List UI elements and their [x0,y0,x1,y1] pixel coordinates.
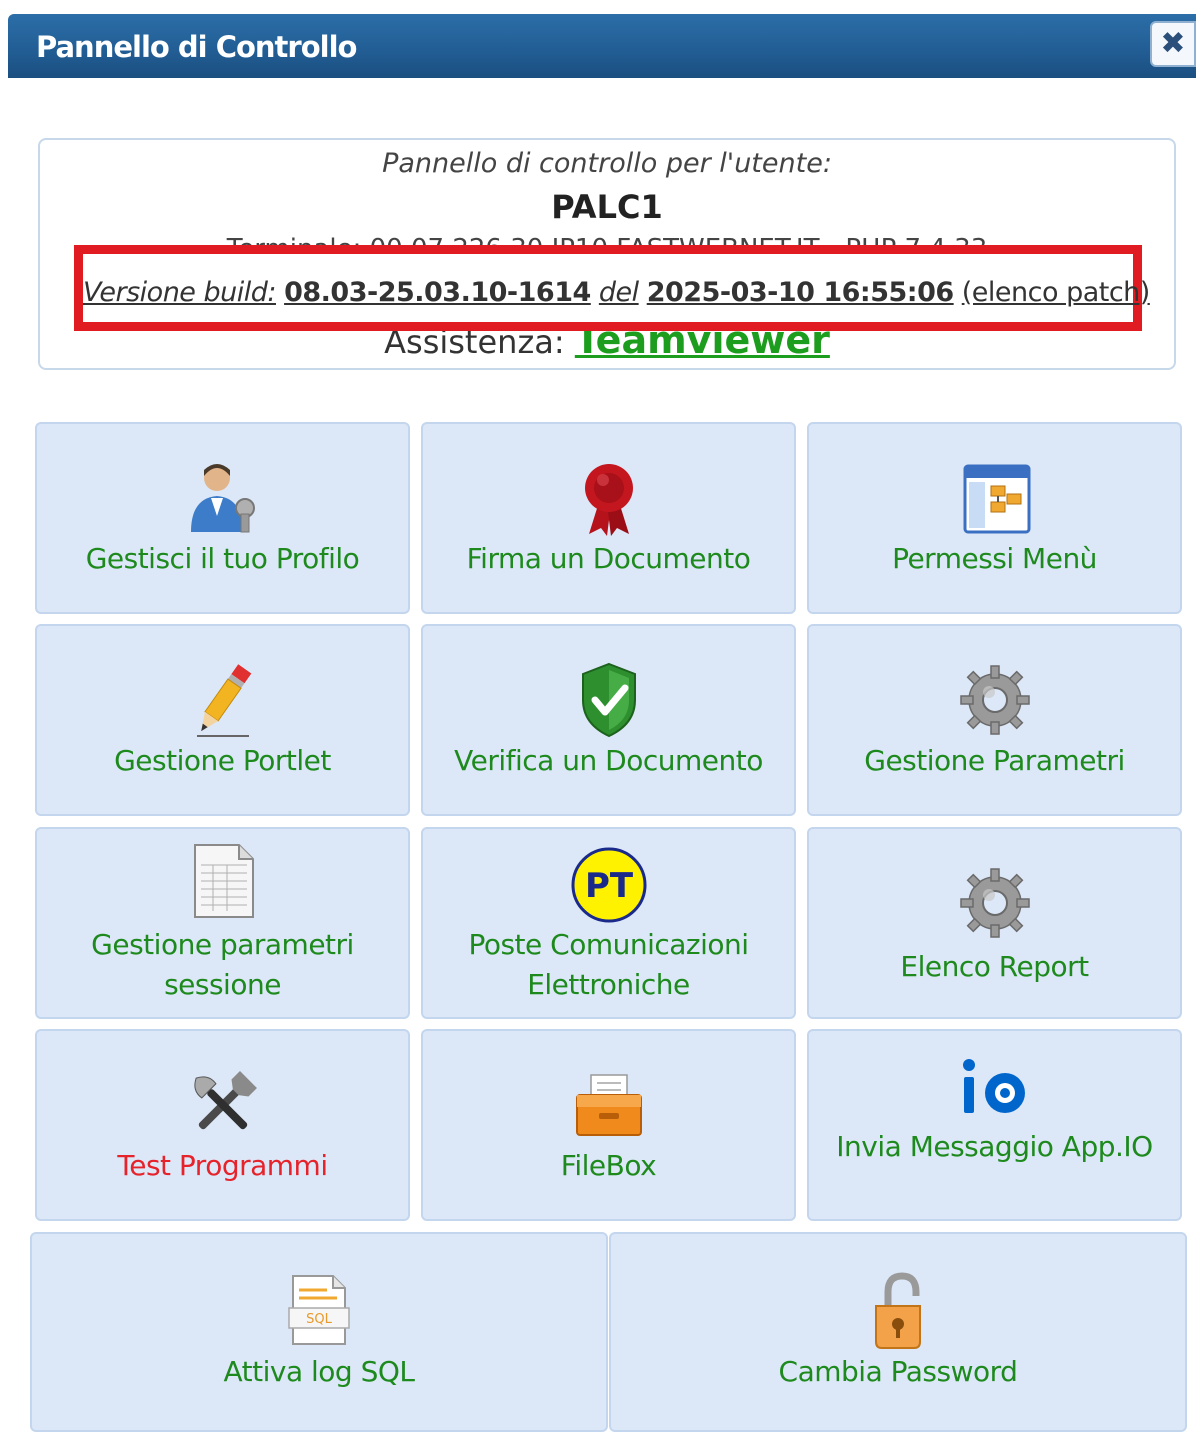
tile-label: Invia Messaggio App.IO [836,1130,1153,1163]
tile-gestione-parametri-sessione[interactable]: Gestione parametri sessione [35,827,410,1019]
tile-verifica-documento[interactable]: Verifica un Documento [421,624,796,816]
user-profile-icon [190,464,255,533]
pt-logo-text: PT [584,866,633,906]
sql-icon-text: SQL [306,1312,332,1327]
build-label: Versione build: [83,277,276,308]
window-title: Pannello di Controllo [36,30,357,64]
sql-log-icon: SQL [288,1275,350,1345]
tile-label: Test Programmi [117,1149,328,1182]
tile-gestione-portlet[interactable]: Gestione Portlet [35,624,410,816]
tile-label: Gestisci il tuo Profilo [85,542,360,575]
tile-label: Gestione parametri sessione [91,928,354,1001]
file-box-icon [575,1074,642,1136]
tile-cambia-password[interactable]: Cambia Password [609,1232,1187,1432]
red-seal-icon [584,464,633,536]
tile-label: FileBox [560,1149,657,1182]
tile-label: Attiva log SQL [223,1355,415,1388]
tile-label: Elenco Report [900,950,1089,983]
build-del: del [598,277,639,308]
green-shield-check-icon [581,662,636,738]
tile-label: Poste Comunicazioni Elettroniche [468,928,749,1001]
tile-poste-comunicazioni[interactable]: PT Poste Comunicazioni Elettroniche [421,827,796,1019]
build-version: 08.03-25.03.10-1614 [284,277,591,308]
build-version-line: Versione build: 08.03-25.03.10-1614 del … [83,277,1150,308]
tile-label: Permessi Menù [892,542,1097,575]
build-date: 2025-03-10 16:55:06 [646,277,954,308]
tile-gestione-parametri[interactable]: Gestione Parametri [807,624,1182,816]
tile-elenco-report[interactable]: Elenco Report [807,827,1182,1019]
tile-filebox[interactable]: FileBox [421,1029,796,1221]
tile-invia-messaggio-appio[interactable]: Invia Messaggio App.IO [807,1029,1182,1221]
pencil-icon [196,664,251,737]
close-button[interactable]: ✖ [1150,21,1196,67]
tile-label: Verifica un Documento [454,744,763,777]
build-version-highlight: Versione build: 08.03-25.03.10-1614 del … [74,245,1150,331]
tile-label: Cambia Password [778,1355,1018,1388]
tile-test-programmi[interactable]: Test Programmi [35,1029,410,1221]
tile-label: Firma un Documento [466,542,751,575]
tile-attiva-log-sql[interactable]: SQL Attiva log SQL [30,1232,608,1432]
tile-firma-documento[interactable]: Firma un Documento [421,422,796,614]
gear-icon [959,868,1030,938]
pt-logo-icon: PT [571,847,646,923]
app-io-icon [962,1059,1025,1113]
tile-label: Gestione Parametri [864,744,1125,777]
open-padlock-icon [875,1272,921,1349]
close-icon: ✖ [1160,26,1186,61]
patch-list-link[interactable]: (elenco patch) [962,277,1151,308]
user-name: PALC1 [551,188,663,226]
window-titlebar: Pannello di Controllo ✖ [8,14,1196,78]
spreadsheet-icon [193,844,254,918]
tile-gestisci-profilo[interactable]: Gestisci il tuo Profilo [35,422,410,614]
gear-icon [959,665,1030,735]
menu-permissions-icon [963,464,1030,534]
info-caption: Pannello di controllo per l'utente: [382,148,832,179]
tile-permessi-menu[interactable]: Permessi Menù [807,422,1182,614]
tile-label: Gestione Portlet [114,744,331,777]
tools-icon [193,1071,257,1130]
